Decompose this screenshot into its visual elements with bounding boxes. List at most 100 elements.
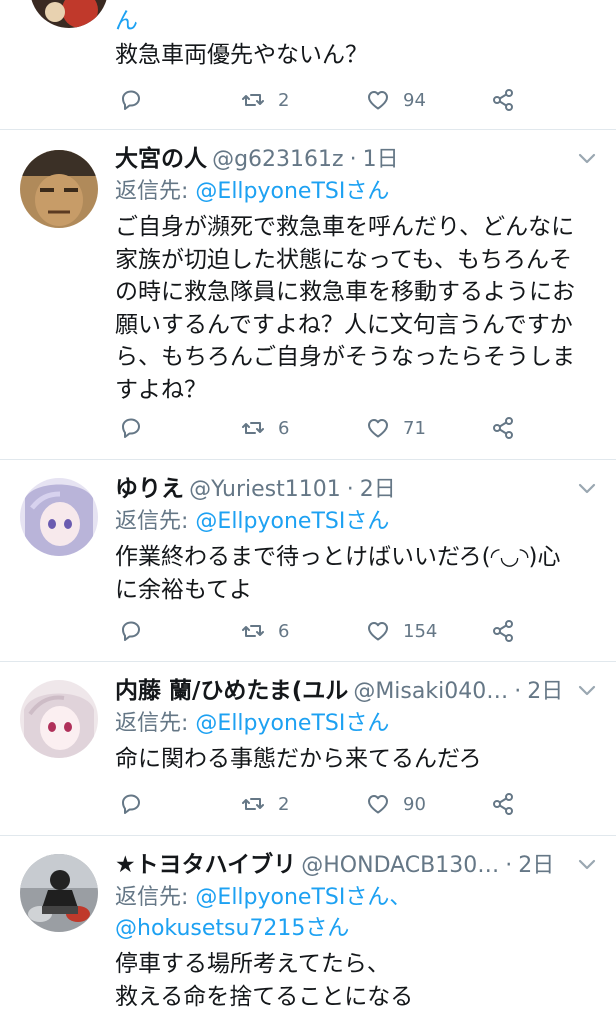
tweet-header: 内藤 蘭/ひめたま(ユル @Misaki040… · 2日 bbox=[115, 674, 596, 708]
avatar[interactable] bbox=[20, 478, 98, 556]
reply-icon bbox=[122, 90, 140, 110]
tweet-text: 作業終わるまで待っとけばいいだろ(◜◡◝)心 に余裕もてよ bbox=[115, 541, 596, 606]
like-button[interactable]: 71 bbox=[365, 413, 426, 443]
user-handle[interactable]: @g623161z bbox=[212, 147, 344, 172]
display-name[interactable]: 内藤 蘭/ひめたま(ユル bbox=[115, 678, 348, 704]
tweet-text-line: 命に関わる事態だから来てるんだろ bbox=[115, 746, 482, 772]
chevron-down-icon bbox=[578, 483, 596, 494]
reply-button[interactable] bbox=[118, 85, 156, 115]
mention-link[interactable]: @EllpyoneTSIさん bbox=[195, 509, 389, 534]
retweet-icon bbox=[242, 798, 264, 810]
tweet[interactable]: ★トヨタハイブリ @HONDACB130… · 2日 返信先: @EllpyoneT… bbox=[0, 836, 616, 1024]
retweet-count: 2 bbox=[278, 793, 290, 815]
tweet-actions: 2 94 bbox=[115, 85, 596, 115]
share-button[interactable] bbox=[490, 789, 516, 819]
like-button[interactable]: 94 bbox=[365, 85, 426, 115]
user-handle[interactable]: @Yuriest1101 bbox=[189, 477, 341, 502]
chevron-down-icon bbox=[578, 685, 596, 696]
tweet[interactable]: 内藤 蘭/ひめたま(ユル @Misaki040… · 2日 返信先: @Ellpyo… bbox=[0, 662, 616, 836]
tweet-menu-button[interactable] bbox=[578, 684, 596, 698]
tweet-text-line: 作業終わるまで待っとけばいいだろ(◜◡◝)心 bbox=[115, 544, 561, 570]
reply-button[interactable] bbox=[118, 789, 156, 819]
retweet-count: 6 bbox=[278, 620, 290, 642]
retweet-count: 6 bbox=[278, 417, 290, 439]
retweet-icon bbox=[242, 625, 264, 637]
tweet-actions: 2 90 bbox=[115, 789, 596, 819]
reply-icon bbox=[122, 621, 140, 641]
reply-to-label: 返信先: bbox=[115, 179, 189, 204]
tweet-text-line: 救急車両優先やないん？ bbox=[115, 42, 368, 68]
separator-dot: · bbox=[346, 477, 354, 502]
mention-link[interactable]: @EllpyoneTSIさん bbox=[195, 179, 389, 204]
share-icon bbox=[493, 89, 513, 111]
tweet-text: 停車する場所考えてたら、 救える命を捨てることになる bbox=[115, 948, 596, 1013]
avatar[interactable] bbox=[20, 854, 98, 932]
timestamp[interactable]: 1日 bbox=[363, 147, 399, 172]
tweet-header: 大宮の人 @g623161z · 1日 bbox=[115, 142, 596, 176]
tweet-menu-button[interactable] bbox=[578, 152, 596, 166]
separator-dot: · bbox=[514, 679, 522, 704]
separator-dot: · bbox=[349, 147, 357, 172]
retweet-count: 2 bbox=[278, 89, 290, 111]
like-icon bbox=[368, 91, 388, 110]
tweet-text-line[interactable]: ん bbox=[115, 4, 596, 38]
like-button[interactable]: 90 bbox=[365, 789, 426, 819]
chevron-down-icon bbox=[578, 859, 596, 870]
reply-context: 返信先: @EllpyoneTSIさん bbox=[115, 176, 596, 207]
share-button[interactable] bbox=[490, 413, 516, 443]
reply-to-label: 返信先: bbox=[115, 885, 189, 910]
reply-context: 返信先: @EllpyoneTSIさん bbox=[115, 708, 596, 739]
mention-link[interactable]: @hokusetsu7215さん bbox=[115, 913, 596, 944]
tweet-actions: 6 71 bbox=[115, 413, 596, 443]
retweet-icon bbox=[242, 422, 264, 434]
tweet[interactable]: ん 救急車両優先やないん？ 2 94 bbox=[0, 0, 616, 130]
like-icon bbox=[368, 795, 388, 814]
reply-button[interactable] bbox=[118, 616, 156, 646]
user-handle[interactable]: @Misaki040… bbox=[353, 679, 508, 704]
retweet-button[interactable]: 6 bbox=[240, 616, 289, 646]
tweet-text: ご自身が瀕死で救急車を呼んだり、どんなに 家族が切迫した状態になっても、もちろん… bbox=[115, 211, 596, 406]
timestamp[interactable]: 2日 bbox=[518, 853, 554, 878]
reply-to-label: 返信先: bbox=[115, 711, 189, 736]
tweet-text-line: 家族が切迫した状態になっても、もちろんそ bbox=[115, 246, 573, 273]
tweet[interactable]: ゆりえ @Yuriest1101 · 2日 返信先: @EllpyoneTSIさん … bbox=[0, 460, 616, 662]
timeline-feed[interactable]: ん 救急車両優先やないん？ 2 94 大宮の人 @g623161z · 1日 返… bbox=[0, 0, 616, 1024]
tweet-text-line: すよね？ bbox=[115, 376, 207, 403]
tweet-actions: 6 154 bbox=[115, 616, 596, 646]
avatar[interactable] bbox=[20, 680, 98, 758]
share-icon bbox=[493, 417, 513, 439]
tweet-text-line: ら、もちろんご自身がそうなったらそうしま bbox=[115, 344, 575, 370]
reply-icon bbox=[122, 794, 140, 814]
tweet-header: ★トヨタハイブリ @HONDACB130… · 2日 bbox=[115, 848, 596, 882]
display-name[interactable]: ゆりえ bbox=[115, 476, 184, 502]
tweet[interactable]: 大宮の人 @g623161z · 1日 返信先: @EllpyoneTSIさん ご自… bbox=[0, 130, 616, 460]
retweet-icon bbox=[242, 94, 264, 106]
timestamp[interactable]: 2日 bbox=[360, 477, 396, 502]
tweet-text-line: 救える命を捨てることになる bbox=[115, 983, 414, 1010]
separator-dot: · bbox=[505, 853, 513, 878]
share-button[interactable] bbox=[490, 85, 516, 115]
like-icon bbox=[368, 622, 388, 641]
timestamp[interactable]: 2日 bbox=[527, 679, 563, 704]
mention-link[interactable]: @EllpyoneTSIさん bbox=[195, 711, 389, 736]
tweet-menu-button[interactable] bbox=[578, 858, 596, 872]
retweet-button[interactable]: 2 bbox=[240, 789, 289, 819]
display-name[interactable]: 大宮の人 bbox=[115, 146, 207, 172]
reply-button[interactable] bbox=[118, 413, 156, 443]
avatar[interactable] bbox=[30, 0, 108, 28]
tweet-text-line: ご自身が瀕死で救急車を呼んだり、どんなに bbox=[115, 214, 575, 240]
tweet-text-line: 停車する場所考えてたら、 bbox=[115, 951, 390, 977]
reply-to-label: 返信先: bbox=[115, 509, 189, 534]
like-count: 90 bbox=[403, 793, 426, 815]
tweet-text: 命に関わる事態だから来てるんだろ bbox=[115, 743, 596, 776]
retweet-button[interactable]: 6 bbox=[240, 413, 289, 443]
share-button[interactable] bbox=[490, 616, 516, 646]
like-button[interactable]: 154 bbox=[365, 616, 437, 646]
reply-context: 返信先: @EllpyoneTSIさん bbox=[115, 506, 596, 537]
mention-link[interactable]: @EllpyoneTSIさん、 bbox=[195, 885, 411, 910]
avatar[interactable] bbox=[20, 150, 98, 228]
user-handle[interactable]: @HONDACB130… bbox=[301, 853, 499, 878]
retweet-button[interactable]: 2 bbox=[240, 85, 289, 115]
display-name[interactable]: ★トヨタハイブリ bbox=[115, 852, 296, 878]
tweet-menu-button[interactable] bbox=[578, 482, 596, 496]
